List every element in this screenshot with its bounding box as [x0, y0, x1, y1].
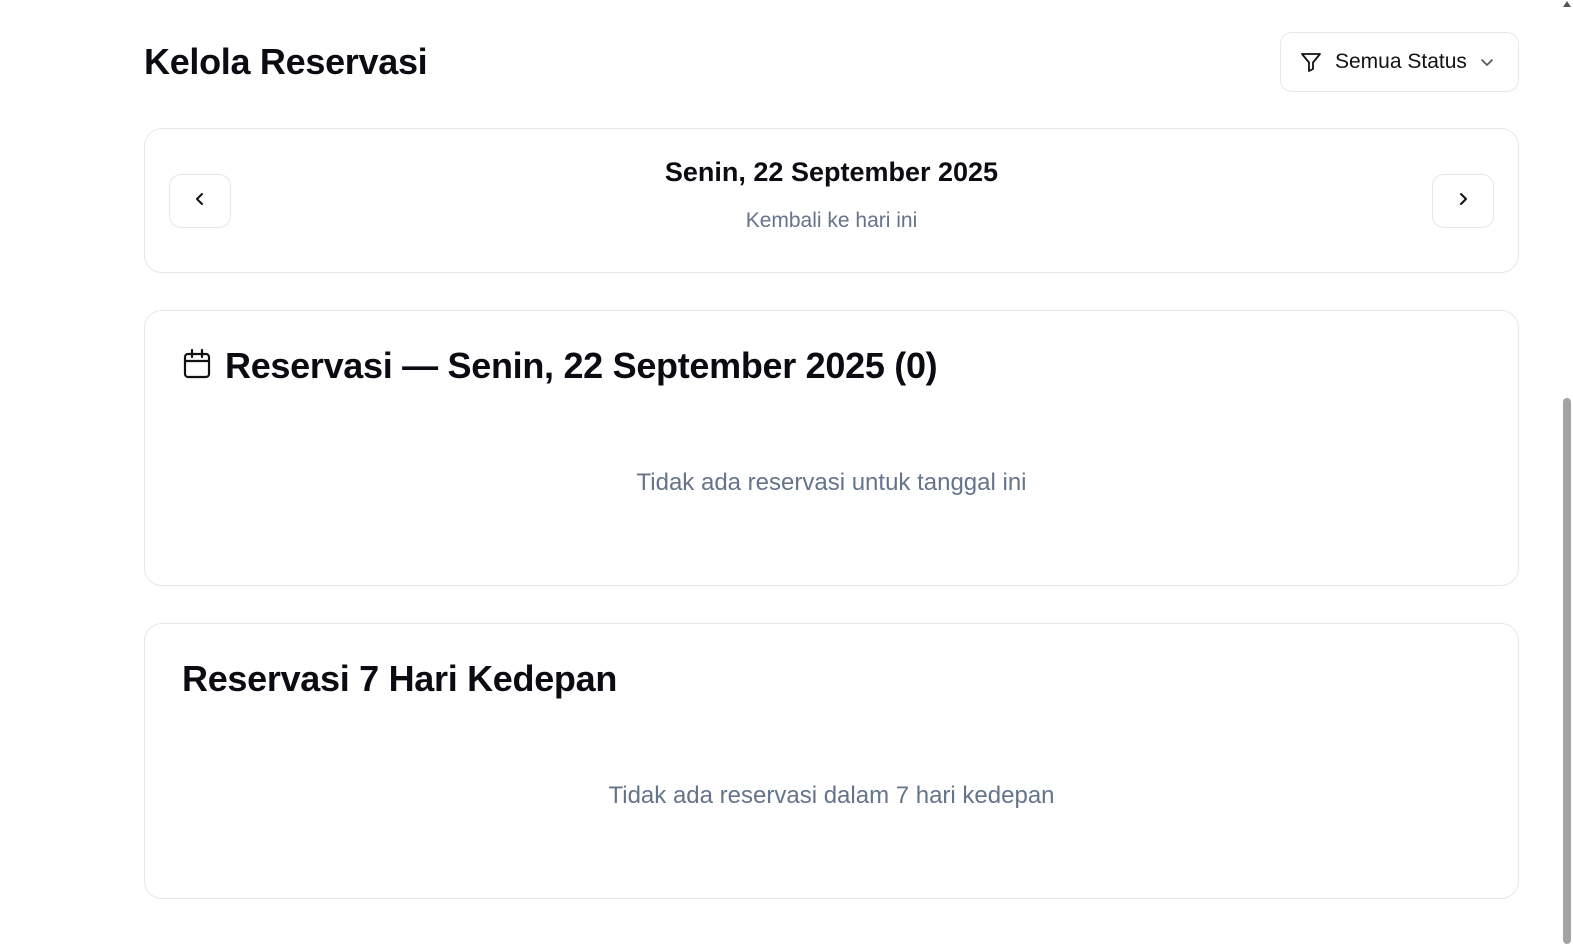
- upcoming-reservations-card: Reservasi 7 Hari Kedepan Tidak ada reser…: [144, 623, 1519, 899]
- chevron-left-icon: [191, 190, 209, 213]
- chevron-down-icon: [1479, 54, 1495, 70]
- upcoming-reservations-header: Reservasi 7 Hari Kedepan: [182, 657, 617, 701]
- calendar-icon: [182, 348, 212, 385]
- page-title: Kelola Reservasi: [144, 41, 428, 82]
- status-filter-dropdown[interactable]: Semua Status: [1280, 32, 1519, 92]
- reservation-page: Kelola Reservasi Semua Status Senin, 22 …: [0, 0, 1573, 944]
- today-empty-message: Tidak ada reservasi untuk tanggal ini: [636, 469, 1027, 496]
- today-reservations-title: Reservasi — Senin, 22 September 2025 (0): [225, 345, 938, 386]
- today-reservations-header: Reservasi — Senin, 22 September 2025 (0): [182, 344, 938, 388]
- today-reservations-card: Reservasi — Senin, 22 September 2025 (0)…: [144, 310, 1519, 586]
- upcoming-reservations-title: Reservasi 7 Hari Kedepan: [182, 658, 618, 699]
- filter-icon: [1299, 50, 1323, 74]
- back-to-today-link[interactable]: Kembali ke hari ini: [746, 209, 918, 233]
- status-filter-label: Semua Status: [1335, 50, 1467, 73]
- current-date: Senin, 22 September 2025: [664, 157, 999, 187]
- scrollbar-thumb[interactable]: [1563, 398, 1571, 944]
- scrollbar[interactable]: [1561, 0, 1573, 944]
- scroll-up-arrow-icon[interactable]: [1561, 0, 1573, 12]
- date-navigator: Senin, 22 September 2025 Kembali ke hari…: [144, 128, 1519, 273]
- upcoming-empty-message: Tidak ada reservasi dalam 7 hari kedepan: [608, 782, 1055, 809]
- chevron-right-icon: [1454, 190, 1472, 213]
- next-day-button[interactable]: [1432, 174, 1494, 228]
